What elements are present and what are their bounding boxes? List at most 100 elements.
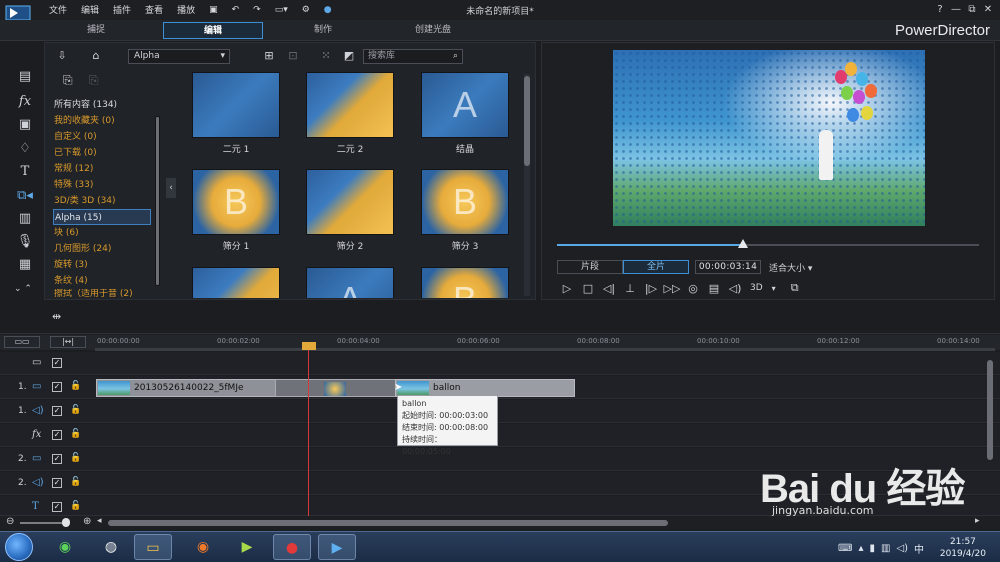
- voiceover-mic-icon[interactable]: 🎙: [14, 233, 36, 251]
- thumbnail-item[interactable]: B: [421, 267, 509, 298]
- transition-settings-icon[interactable]: ◩: [341, 49, 357, 63]
- firefox-icon[interactable]: ◉: [184, 534, 222, 560]
- track-enable-checkbox[interactable]: ✓: [52, 478, 62, 488]
- category-item[interactable]: 所有内容 (134): [53, 97, 153, 113]
- fit-size-dropdown[interactable]: 适合大小 ▾: [769, 261, 812, 274]
- fx-room-icon[interactable]: fx: [14, 93, 36, 111]
- browser-360-icon[interactable]: ◉: [46, 534, 84, 560]
- aspect-ratio-icon[interactable]: ▭▾: [275, 5, 288, 15]
- category-item[interactable]: 擦拭（适用于音 (2): [53, 289, 153, 299]
- zoom-slider-knob[interactable]: [62, 518, 70, 527]
- grid-view-icon[interactable]: ⁙: [318, 49, 334, 63]
- preview-scrub-handle[interactable]: [737, 239, 748, 248]
- device-icon[interactable]: ▮: [869, 543, 875, 554]
- 3d-mode-button[interactable]: 3D: [750, 283, 763, 293]
- fit-timeline-icon[interactable]: ⇹: [52, 310, 61, 323]
- previous-frame-icon[interactable]: ◁|: [599, 282, 619, 295]
- clip-mode-button[interactable]: 片段: [557, 260, 623, 274]
- lock-icon[interactable]: 🔓: [70, 381, 81, 391]
- lock-icon[interactable]: 🔓: [70, 405, 81, 415]
- category-item[interactable]: 特殊 (33): [53, 177, 153, 193]
- chapter-room-icon[interactable]: ▦: [14, 256, 36, 274]
- file-explorer-icon[interactable]: ▭: [134, 534, 172, 560]
- thumbnail-binary-2[interactable]: [306, 72, 394, 138]
- undo-icon[interactable]: ↶: [232, 5, 240, 15]
- category-item[interactable]: 常规 (12): [53, 161, 153, 177]
- category-item[interactable]: 块 (6): [53, 225, 153, 241]
- media-room-icon[interactable]: ▤: [14, 68, 36, 86]
- download-content-icon[interactable]: ⌂: [88, 49, 104, 63]
- panel-splitter[interactable]: [0, 300, 1000, 334]
- lock-icon[interactable]: 🔓: [70, 429, 81, 439]
- audio-mixing-icon[interactable]: ▥: [14, 210, 36, 228]
- undock-preview-icon[interactable]: ⧉: [785, 281, 805, 295]
- add-to-timeline-icon[interactable]: ⊞: [261, 49, 277, 63]
- ime-icon[interactable]: 中: [914, 541, 924, 556]
- tag-remove-icon[interactable]: ⎘: [89, 73, 99, 88]
- category-item[interactable]: 条纹 (4): [53, 273, 153, 289]
- screen-recorder-icon[interactable]: ●: [273, 534, 311, 560]
- fit-to-timeline-icon[interactable]: |↔|: [50, 336, 86, 348]
- search-icon[interactable]: ⌕: [453, 50, 458, 63]
- powerdirector-taskbar-icon[interactable]: ▶: [318, 534, 356, 560]
- thumbnail-sieve-2[interactable]: [306, 169, 394, 235]
- thumbnail-binary-1[interactable]: [192, 72, 280, 138]
- particle-room-icon[interactable]: ♢: [14, 140, 36, 158]
- upgrade-icon[interactable]: ●: [324, 5, 332, 15]
- redo-icon[interactable]: ↷: [253, 5, 261, 15]
- zoom-in-icon[interactable]: ⊕: [83, 516, 91, 527]
- volume-icon[interactable]: ◁): [725, 282, 745, 295]
- zoom-out-icon[interactable]: ⊖: [6, 516, 14, 527]
- thumbnails-scrollbar-thumb[interactable]: [524, 76, 530, 166]
- lock-icon[interactable]: 🔓: [70, 453, 81, 463]
- save-icon[interactable]: ▣: [209, 5, 218, 15]
- thumbnail-sieve-1[interactable]: B: [192, 169, 280, 235]
- track-enable-checkbox[interactable]: ✓: [52, 430, 62, 440]
- thumbnail-item[interactable]: [192, 267, 280, 298]
- tag-add-icon[interactable]: ⎘: [63, 73, 73, 88]
- menu-playback[interactable]: 播放: [177, 3, 195, 16]
- track-enable-checkbox[interactable]: ✓: [52, 454, 62, 464]
- zoom-slider[interactable]: [20, 522, 68, 524]
- pip-room-icon[interactable]: ▣: [14, 116, 36, 134]
- close-button[interactable]: ✕: [980, 2, 996, 18]
- track-enable-checkbox[interactable]: ✓: [52, 382, 62, 392]
- category-item-selected[interactable]: Alpha (15): [53, 209, 151, 225]
- start-button-icon[interactable]: [5, 533, 33, 561]
- transition-overlap[interactable]: [275, 379, 396, 397]
- playhead-handle[interactable]: [302, 342, 316, 350]
- category-item[interactable]: 旋转 (3): [53, 257, 153, 273]
- snapshot-camera-icon[interactable]: ◎: [683, 282, 703, 295]
- tab-capture[interactable]: 捕捉: [46, 22, 146, 39]
- split-icon[interactable]: ⊥: [620, 282, 640, 295]
- restore-button[interactable]: ⧉: [964, 2, 980, 18]
- fast-forward-icon[interactable]: ▷▷: [662, 282, 682, 295]
- menu-file[interactable]: 文件: [49, 3, 67, 16]
- stop-icon[interactable]: □: [578, 282, 598, 295]
- chevron-down-icon[interactable]: ▾: [764, 284, 784, 293]
- network-icon[interactable]: ▥: [881, 543, 890, 554]
- import-icon[interactable]: ⇩: [54, 49, 70, 63]
- taskbar-clock[interactable]: 21:57 2019/4/20: [940, 536, 986, 560]
- subtitle-icon[interactable]: ▤: [704, 282, 724, 295]
- tab-create-disc[interactable]: 创建光盘: [383, 22, 483, 39]
- timeline-vertical-scrollbar[interactable]: [987, 360, 993, 460]
- scroll-right-icon[interactable]: ▸: [975, 516, 980, 526]
- movie-mode-button[interactable]: 全片: [623, 260, 689, 274]
- category-scrollbar-thumb[interactable]: [155, 116, 160, 286]
- thumbnail-item[interactable]: A: [306, 267, 394, 298]
- next-frame-icon[interactable]: |▷: [641, 282, 661, 295]
- tab-produce[interactable]: 制作: [273, 22, 373, 39]
- library-search-input[interactable]: 搜索库 ⌕: [363, 49, 463, 64]
- timecode-display[interactable]: 00:00:03:14: [695, 260, 761, 274]
- video-app-icon[interactable]: ▶: [228, 534, 266, 560]
- menu-view[interactable]: 查看: [145, 3, 163, 16]
- strip-scroll-arrows-icon[interactable]: ⌄ ⌃: [12, 280, 34, 298]
- collapse-panel-button[interactable]: ‹: [166, 178, 176, 198]
- keyboard-icon[interactable]: ⌨: [838, 543, 852, 554]
- timeline-horizontal-scrollbar[interactable]: [108, 520, 668, 526]
- play-icon[interactable]: ▷: [557, 282, 577, 295]
- thumbnail-sieve-3[interactable]: B: [421, 169, 509, 235]
- category-dropdown[interactable]: Alpha ▾: [128, 49, 230, 64]
- tray-expand-icon[interactable]: ▴: [858, 543, 863, 554]
